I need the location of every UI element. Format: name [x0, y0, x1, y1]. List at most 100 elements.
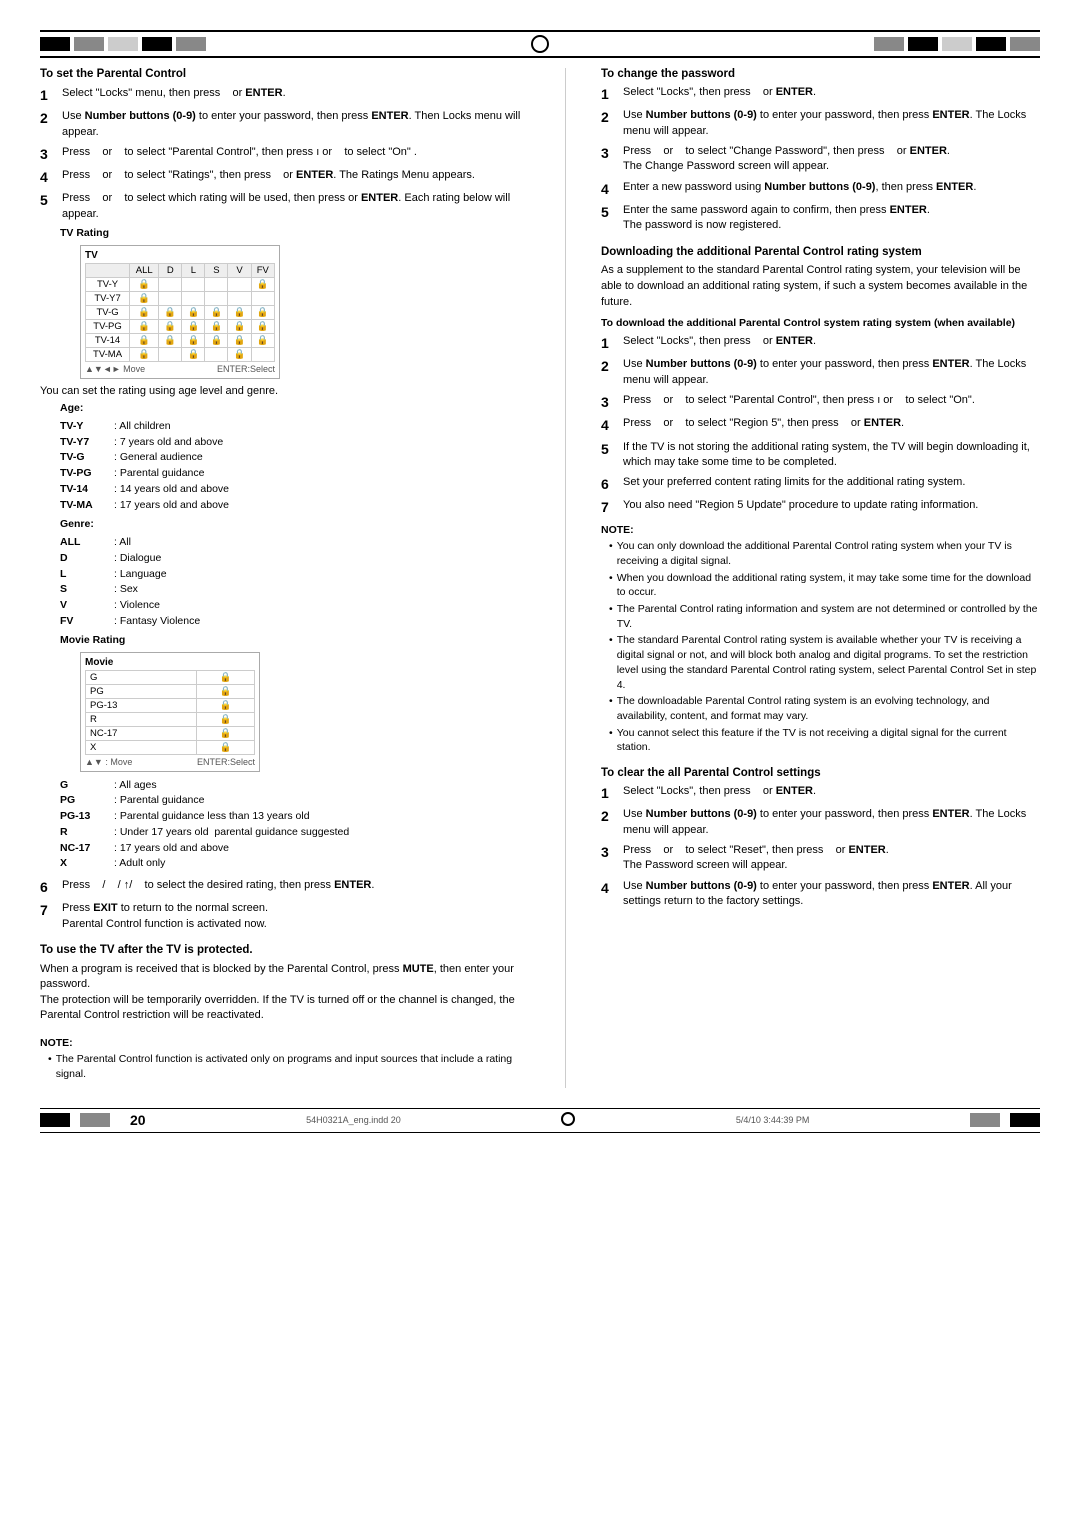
genre-category-title: Genre:: [60, 517, 530, 533]
movie-label: Movie: [85, 657, 255, 668]
rating-cell: [205, 278, 228, 292]
step-item: 4 Enter a new password using Number butt…: [601, 180, 1040, 198]
rating-cell: 🔒: [182, 306, 205, 320]
age-note: You can set the rating using age level a…: [40, 385, 530, 397]
left-column: To set the Parental Control 1 Select "Lo…: [40, 68, 530, 1088]
step-number: 6: [601, 475, 619, 493]
bottom-bar-block-r2: [1010, 1113, 1040, 1127]
rating-label: TV-PG: [86, 320, 130, 334]
rating-cell: 🔒: [159, 320, 182, 334]
movie-rating-table-container: Movie G 🔒 PG 🔒: [80, 652, 260, 772]
note-bullet-item: You cannot select this feature if the TV…: [601, 726, 1040, 755]
def-row: TV-G : General audience: [60, 450, 530, 466]
def-row: TV-PG : Parental guidance: [60, 466, 530, 482]
bottom-file-info-left: 54H0321A_eng.indd 20: [306, 1115, 401, 1125]
rating-label: TV-MA: [86, 348, 130, 362]
step-item: 6 Press / / ↑/ to select the desired rat…: [40, 878, 530, 896]
step-text: Use Number buttons (0-9) to enter your p…: [623, 879, 1040, 910]
def-label: FV: [60, 614, 110, 630]
movie-rating-title: Movie Rating: [60, 634, 530, 646]
step-item: 1 Select "Locks", then press or ENTER.: [601, 334, 1040, 352]
def-row: TV-MA : 17 years old and above: [60, 498, 530, 514]
rating-cell: 🔒: [130, 278, 159, 292]
step-text: Press or to select "Parental Control", t…: [623, 393, 1040, 411]
rating-cell: 🔒: [130, 320, 159, 334]
def-value: : All: [114, 535, 131, 551]
tv-col-all: ALL: [130, 264, 159, 278]
def-label: G: [60, 778, 110, 794]
rating-label: TV-Y7: [86, 292, 130, 306]
top-bar-center: [226, 35, 854, 53]
step-number: 5: [40, 191, 58, 222]
def-value: : Under 17 years old parental guidance s…: [114, 825, 349, 841]
step-item: 4 Press or to select "Ratings", then pre…: [40, 168, 530, 186]
top-bar-block-5: [176, 37, 206, 51]
def-row: S : Sex: [60, 582, 530, 598]
step-item: 6 Set your preferred content rating limi…: [601, 475, 1040, 493]
def-row: X : Adult only: [60, 856, 530, 872]
step-item: 5 If the TV is not storing the additiona…: [601, 440, 1040, 471]
change-password-title: To change the password: [601, 68, 1040, 80]
rating-cell: 🔒: [228, 306, 251, 320]
top-bar: [40, 30, 1040, 58]
movie-lock-cell: 🔒: [197, 684, 255, 698]
step-item: 7 Press EXIT to return to the normal scr…: [40, 901, 530, 932]
def-row: PG-13 : Parental guidance less than 13 y…: [60, 809, 530, 825]
step-number: 2: [601, 807, 619, 838]
page: To set the Parental Control 1 Select "Lo…: [0, 0, 1080, 1528]
step-text: Select "Locks" menu, then press or ENTER…: [62, 86, 530, 104]
tv-col-l: L: [182, 264, 205, 278]
step-number: 3: [601, 843, 619, 874]
table-row: TV-Y 🔒 🔒: [86, 278, 275, 292]
table-row: TV-PG 🔒 🔒 🔒 🔒 🔒 🔒: [86, 320, 275, 334]
def-value: : Sex: [114, 582, 138, 598]
step-item: 2 Use Number buttons (0-9) to enter your…: [601, 807, 1040, 838]
def-row: TV-14 : 14 years old and above: [60, 482, 530, 498]
def-value: : 14 years old and above: [114, 482, 229, 498]
def-row: L : Language: [60, 567, 530, 583]
step-item: 4 Use Number buttons (0-9) to enter your…: [601, 879, 1040, 910]
top-bar-block-r2: [908, 37, 938, 51]
step-item: 7 You also need "Region 5 Update" proced…: [601, 498, 1040, 516]
top-bar-left-blocks: [40, 37, 206, 51]
step-text: Select "Locks", then press or ENTER.: [623, 334, 1040, 352]
rating-cell: 🔒: [228, 334, 251, 348]
step-item: 2 Use Number buttons (0-9) to enter your…: [601, 357, 1040, 388]
note-title: NOTE:: [40, 1037, 73, 1049]
tv-rating-area: TV Rating TV ALL D L S: [60, 227, 530, 379]
step-number: 4: [601, 180, 619, 198]
table-row: PG 🔒: [86, 684, 255, 698]
step-text: Use Number buttons (0-9) to enter your p…: [62, 109, 530, 140]
tv-footer-move: ▲▼◄► Move: [85, 364, 145, 374]
def-label: S: [60, 582, 110, 598]
rating-cell: [228, 292, 251, 306]
rating-cell: 🔒: [159, 306, 182, 320]
note-bullet-item: The standard Parental Control rating sys…: [601, 633, 1040, 692]
circle-decorative-icon: [531, 35, 549, 53]
def-value: : Fantasy Violence: [114, 614, 200, 630]
step-number: 5: [601, 440, 619, 471]
rating-cell: [228, 278, 251, 292]
rating-label: TV-14: [86, 334, 130, 348]
bottom-bar-block-r1: [970, 1113, 1000, 1127]
tv-col-fv: FV: [251, 264, 274, 278]
download-subsection-title: To download the additional Parental Cont…: [601, 317, 1040, 331]
step-text: Select "Locks", then press or ENTER.: [623, 784, 1040, 802]
movie-table-footer: ▲▼ : Move ENTER:Select: [85, 757, 255, 767]
step-item: 1 Select "Locks" menu, then press or ENT…: [40, 86, 530, 104]
bottom-file-info-right: 5/4/10 3:44:39 PM: [736, 1115, 810, 1125]
rating-cell: 🔒: [205, 320, 228, 334]
bottom-bar: 20 54H0321A_eng.indd 20 5/4/10 3:44:39 P…: [40, 1108, 1040, 1133]
table-row: TV-14 🔒 🔒 🔒 🔒 🔒 🔒: [86, 334, 275, 348]
right-column: To change the password 1 Select "Locks",…: [601, 68, 1040, 1088]
rating-cell: 🔒: [182, 320, 205, 334]
step-number: 1: [601, 334, 619, 352]
column-divider: [565, 68, 566, 1088]
step-item: 1 Select "Locks", then press or ENTER.: [601, 85, 1040, 103]
def-label: TV-Y: [60, 419, 110, 435]
step-text: Use Number buttons (0-9) to enter your p…: [623, 108, 1040, 139]
rating-cell: 🔒: [182, 334, 205, 348]
step-text: Press or to select "Parental Control", t…: [62, 145, 530, 163]
step-text: If the TV is not storing the additional …: [623, 440, 1040, 471]
top-bar-block-r1: [874, 37, 904, 51]
